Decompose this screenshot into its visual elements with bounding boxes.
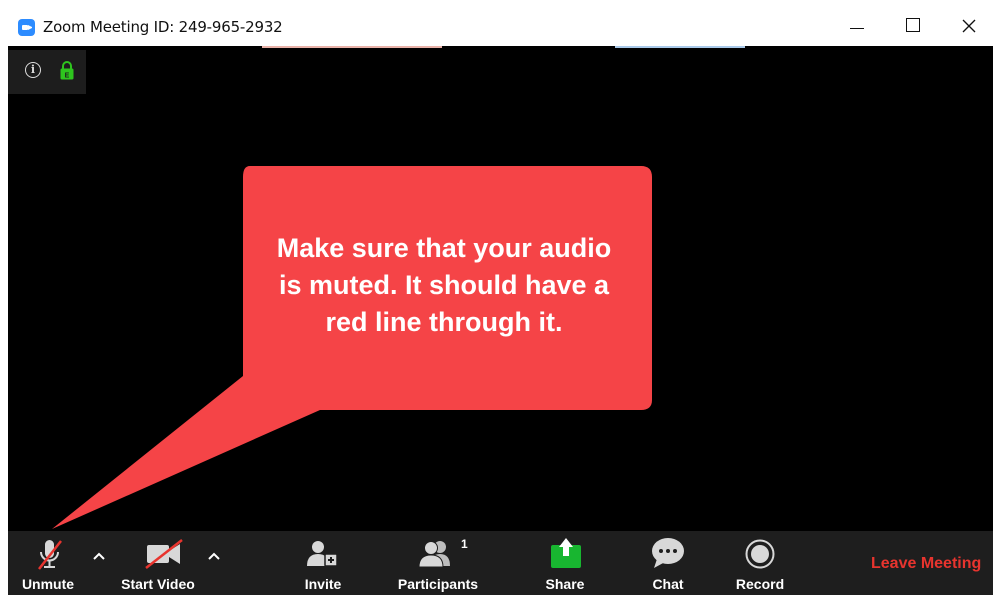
record-icon: [745, 539, 775, 569]
callout-text: Make sure that your audio is muted. It s…: [238, 230, 650, 341]
invite-button[interactable]: Invite: [283, 531, 363, 595]
callout-line-2: is muted. It should have a: [278, 270, 610, 300]
participants-button[interactable]: 1 Participants: [393, 531, 483, 595]
callout-line-3: red line through it.: [325, 307, 563, 337]
chat-button[interactable]: Chat: [638, 531, 698, 595]
audio-options-caret-icon[interactable]: [93, 551, 105, 561]
invite-label: Invite: [304, 576, 342, 592]
share-label: Share: [545, 576, 585, 592]
video-off-icon: [145, 539, 183, 569]
unmute-label: Unmute: [21, 576, 75, 592]
start-video-button[interactable]: Start Video: [116, 531, 216, 595]
participants-icon: [418, 541, 450, 568]
chat-bubble-icon: [652, 538, 684, 568]
start-video-label: Start Video: [121, 576, 195, 592]
microphone-muted-icon: [38, 540, 62, 570]
unmute-button[interactable]: Unmute: [8, 531, 88, 595]
callout-line-1: Make sure that your audio: [276, 233, 612, 263]
share-button[interactable]: Share: [528, 531, 603, 595]
share-screen-icon: [551, 538, 581, 568]
chat-label: Chat: [652, 576, 684, 592]
leave-meeting-button[interactable]: Leave Meeting: [871, 555, 981, 573]
participants-label: Participants: [397, 576, 479, 592]
record-button[interactable]: Record: [728, 531, 792, 595]
participants-count-badge: 1: [461, 537, 468, 551]
invite-person-icon: [307, 541, 338, 567]
meeting-toolbar: Unmute Start Video Invite 1 Participants…: [8, 531, 993, 595]
video-options-caret-icon[interactable]: [208, 551, 220, 561]
record-label: Record: [735, 576, 785, 592]
